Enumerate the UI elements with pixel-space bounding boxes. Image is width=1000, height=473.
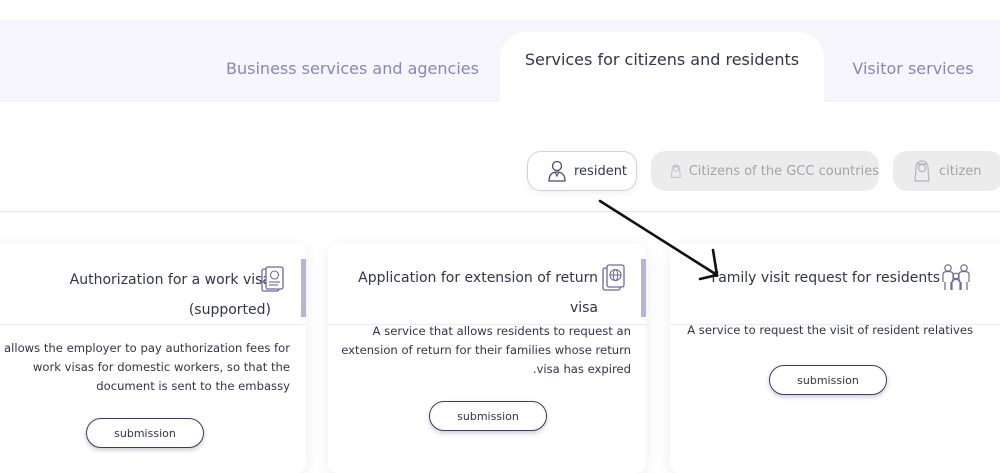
card-description-line: extension of return for their families w… bbox=[341, 343, 631, 357]
card-title: Application for extension of return visa bbox=[333, 263, 598, 323]
card-description-line: A service to request the visit of reside… bbox=[687, 323, 973, 337]
service-card-work-visa: Authorization for a work visa (supported… bbox=[0, 243, 306, 473]
card-description-line: .visa has expired bbox=[532, 362, 631, 376]
card-header: Authorization for a work visa (supported… bbox=[0, 243, 306, 325]
tab-visitor-services[interactable]: Visitor services bbox=[826, 20, 1000, 102]
card-title-line: Authorization for a work visa bbox=[69, 272, 271, 288]
category-resident-button[interactable]: resident bbox=[527, 151, 637, 191]
submission-button[interactable]: submission bbox=[86, 418, 204, 448]
card-accent-bar bbox=[641, 259, 646, 317]
tab-citizens-residents[interactable]: Services for citizens and residents bbox=[500, 32, 824, 102]
submission-button[interactable]: submission bbox=[769, 365, 887, 395]
card-description: A service that allows residents to reque… bbox=[331, 322, 631, 379]
category-gcc-button[interactable]: Citizens of the GCC countries bbox=[651, 151, 879, 191]
citizen-icon bbox=[914, 160, 930, 182]
card-title-line: Application for extension of return visa bbox=[358, 270, 598, 316]
card-header: Application for extension of return visa bbox=[328, 243, 646, 325]
passport-globe-icon bbox=[602, 264, 625, 291]
category-gcc-label: Citizens of the GCC countries bbox=[688, 163, 879, 179]
card-title: Family visit request for residents bbox=[680, 263, 940, 293]
card-header: Family visit request for residents bbox=[670, 243, 1000, 325]
card-title-line: Family visit request for residents bbox=[711, 270, 940, 286]
passport-id-icon bbox=[261, 266, 284, 292]
section-divider bbox=[0, 211, 1000, 212]
service-card-return-visa-extension: Application for extension of return visa… bbox=[328, 243, 646, 473]
service-tabs: Business services and agencies Services … bbox=[0, 20, 1000, 102]
card-description: It allows the employer to pay authorizat… bbox=[0, 339, 290, 396]
service-card-family-visit: Family visit request for residents A ser… bbox=[670, 243, 1000, 473]
card-description-line: work visas for domestic workers, so that… bbox=[32, 360, 290, 374]
card-accent-bar bbox=[301, 259, 306, 317]
category-citizen-label: citizen bbox=[939, 163, 982, 179]
resident-person-icon bbox=[548, 160, 566, 182]
category-resident-label: resident bbox=[574, 163, 628, 179]
card-title-line: (supported) bbox=[188, 302, 271, 318]
card-description-line: A service that allows residents to reque… bbox=[372, 324, 631, 338]
tab-business-services[interactable]: Business services and agencies bbox=[200, 20, 505, 102]
card-description-line: It allows the employer to pay authorizat… bbox=[0, 341, 290, 355]
category-citizen-button[interactable]: citizen bbox=[893, 151, 1000, 191]
gcc-citizen-icon bbox=[671, 164, 681, 178]
family-icon bbox=[942, 264, 970, 290]
card-title: Authorization for a work visa (supported… bbox=[0, 265, 271, 325]
submission-button[interactable]: submission bbox=[429, 401, 547, 431]
card-description-line: document is sent to the embassy bbox=[96, 379, 290, 393]
card-description: A service to request the visit of reside… bbox=[673, 321, 973, 340]
